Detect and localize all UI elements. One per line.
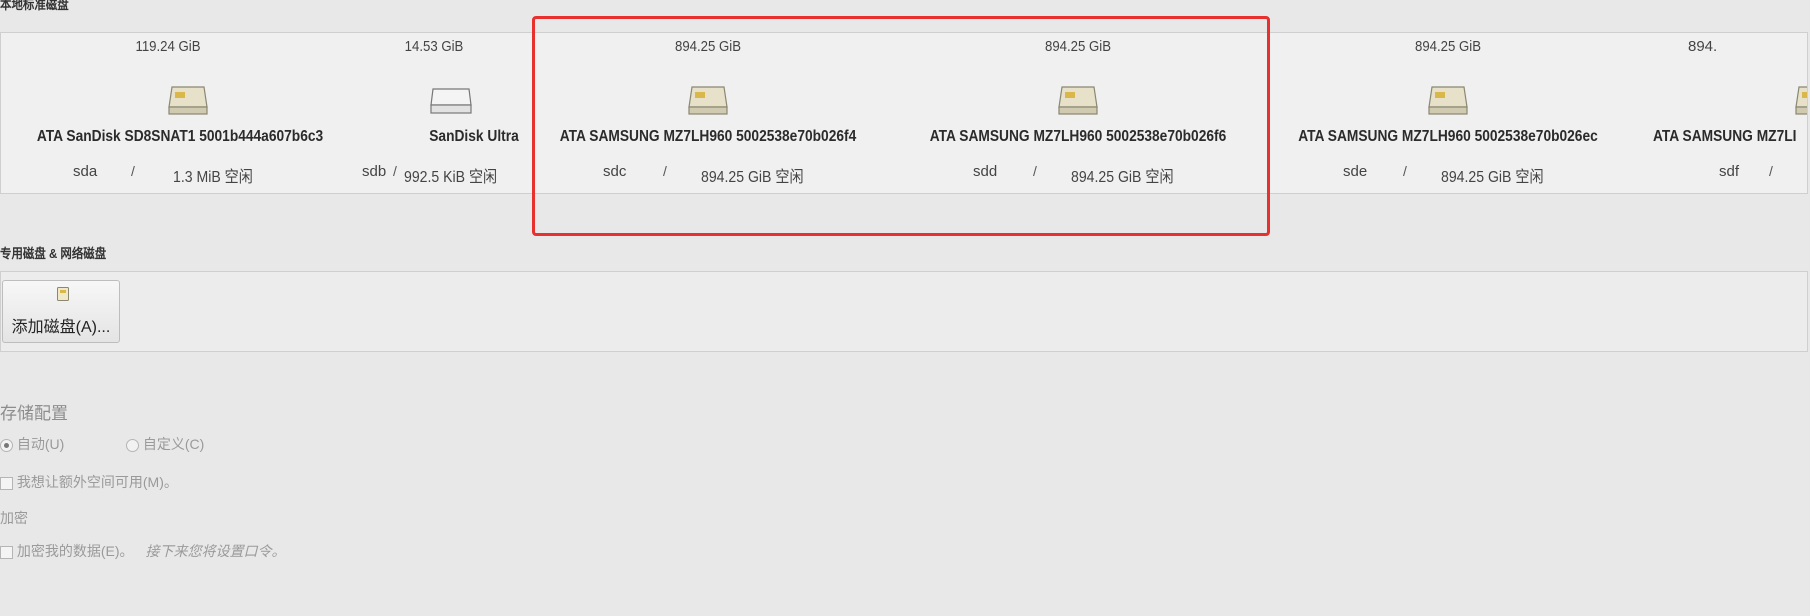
encrypt-option[interactable]: 加密我的数据(E)。 接下来您将设置口令。 (0, 541, 285, 561)
radio-custom[interactable]: 自定义(C) (126, 434, 204, 454)
disk-sde[interactable]: 894.25 GiB ATA SAMSUNG MZ7LH960 5002538e… (1263, 33, 1633, 193)
hard-drive-icon (1795, 86, 1807, 115)
disk-device: sdf (1719, 163, 1740, 180)
disk-name: ATA SAMSUNG MZ7LH960 5002538e70b026ec (1298, 128, 1598, 145)
disk-icon (57, 287, 69, 301)
disk-free: 1.3 MiB 空闲 (173, 169, 253, 186)
disk-name: ATA SAMSUNG MZ7LI (1653, 128, 1797, 145)
radio-auto[interactable]: 自动(U) (0, 434, 64, 454)
storage-config-title: 存储配置 (0, 404, 68, 423)
disk-size: 894.25 GiB (1414, 38, 1482, 55)
disk-sep: / (131, 163, 135, 179)
usb-drive-icon (430, 88, 472, 114)
disk-sdf[interactable]: 894. ATA SAMSUNG MZ7LI sdf / (1633, 33, 1807, 193)
disk-device: sdb (362, 163, 387, 180)
disk-sep: / (393, 163, 397, 179)
radio-custom-label: 自定义(C) (142, 436, 205, 452)
disk-device: sde (1343, 163, 1368, 180)
disk-free: 894.25 GiB 空闲 (1441, 169, 1544, 186)
extra-space-option[interactable]: 我想让额外空间可用(M)。 (0, 472, 178, 492)
disk-free: 992.5 KiB 空闲 (404, 169, 498, 186)
add-disk-label: 添加磁盘(A)... (11, 319, 111, 336)
special-disks-title: 专用磁盘 & 网络磁盘 (0, 246, 107, 261)
hard-drive-icon (1428, 86, 1468, 115)
special-disks-strip (0, 271, 1808, 352)
hard-drive-icon (168, 86, 208, 115)
radio-button[interactable] (0, 438, 13, 452)
encrypt-hint: 接下来您将设置口令。 (145, 543, 286, 559)
checkbox[interactable] (0, 476, 13, 490)
radio-button[interactable] (126, 438, 139, 452)
extra-space-label: 我想让额外空间可用(M)。 (16, 474, 178, 490)
disk-sep: / (1769, 163, 1773, 179)
disk-device: sda (73, 163, 98, 180)
disk-size: 894. (1688, 38, 1718, 55)
local-disks-title: 本地标准磁盘 (0, 0, 69, 12)
selection-highlight-box (532, 16, 1270, 236)
checkbox[interactable] (0, 545, 13, 559)
encrypt-label: 加密我的数据(E)。 (16, 543, 134, 559)
encryption-title: 加密 (0, 510, 28, 526)
add-disk-button[interactable]: 添加磁盘(A)... (2, 280, 120, 343)
disk-sep: / (1403, 163, 1407, 179)
radio-auto-label: 自动(U) (16, 436, 65, 452)
